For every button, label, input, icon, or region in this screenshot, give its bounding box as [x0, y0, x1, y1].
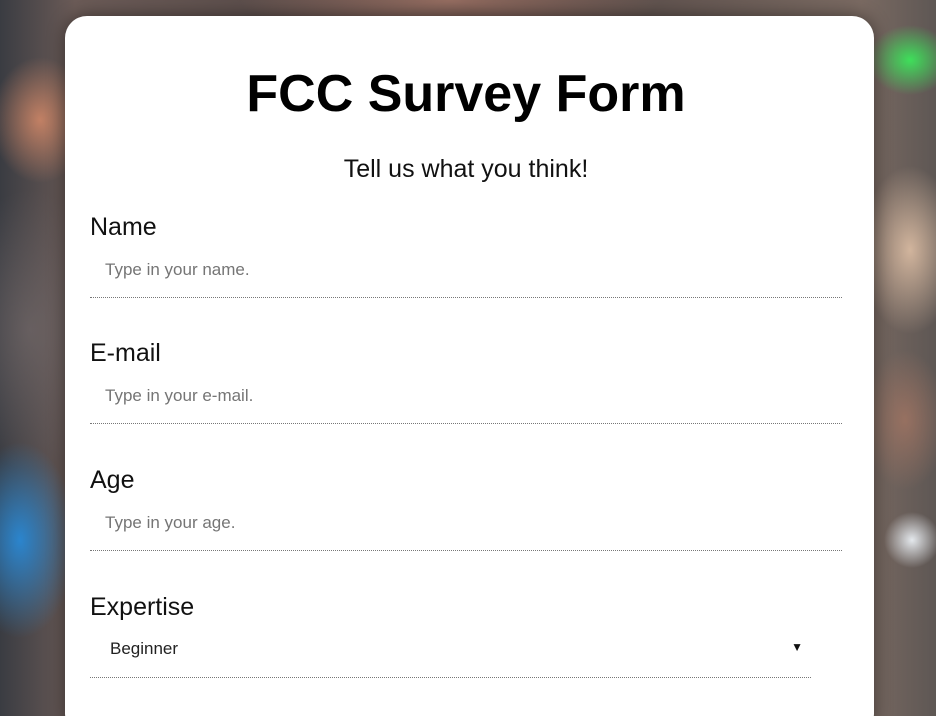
- email-field-group: E-mail: [90, 338, 842, 424]
- expertise-select[interactable]: Beginner ▼: [90, 622, 811, 678]
- name-input[interactable]: [90, 242, 842, 298]
- name-field-group: Name: [90, 212, 842, 298]
- age-input[interactable]: [90, 495, 842, 551]
- email-label: E-mail: [90, 339, 161, 367]
- expertise-label: Expertise: [90, 593, 195, 621]
- expertise-field-group: Expertise Beginner ▼: [90, 592, 842, 678]
- survey-form-card: FCC Survey Form Tell us what you think! …: [65, 16, 874, 716]
- page-subtitle: Tell us what you think!: [343, 155, 589, 183]
- age-label: Age: [90, 466, 135, 494]
- page-title: FCC Survey Form: [246, 65, 686, 123]
- expertise-selected-value: Beginner: [110, 639, 179, 658]
- name-label: Name: [90, 213, 157, 241]
- email-input[interactable]: [90, 368, 842, 424]
- age-field-group: Age: [90, 465, 842, 551]
- caret-down-icon: ▼: [791, 640, 803, 654]
